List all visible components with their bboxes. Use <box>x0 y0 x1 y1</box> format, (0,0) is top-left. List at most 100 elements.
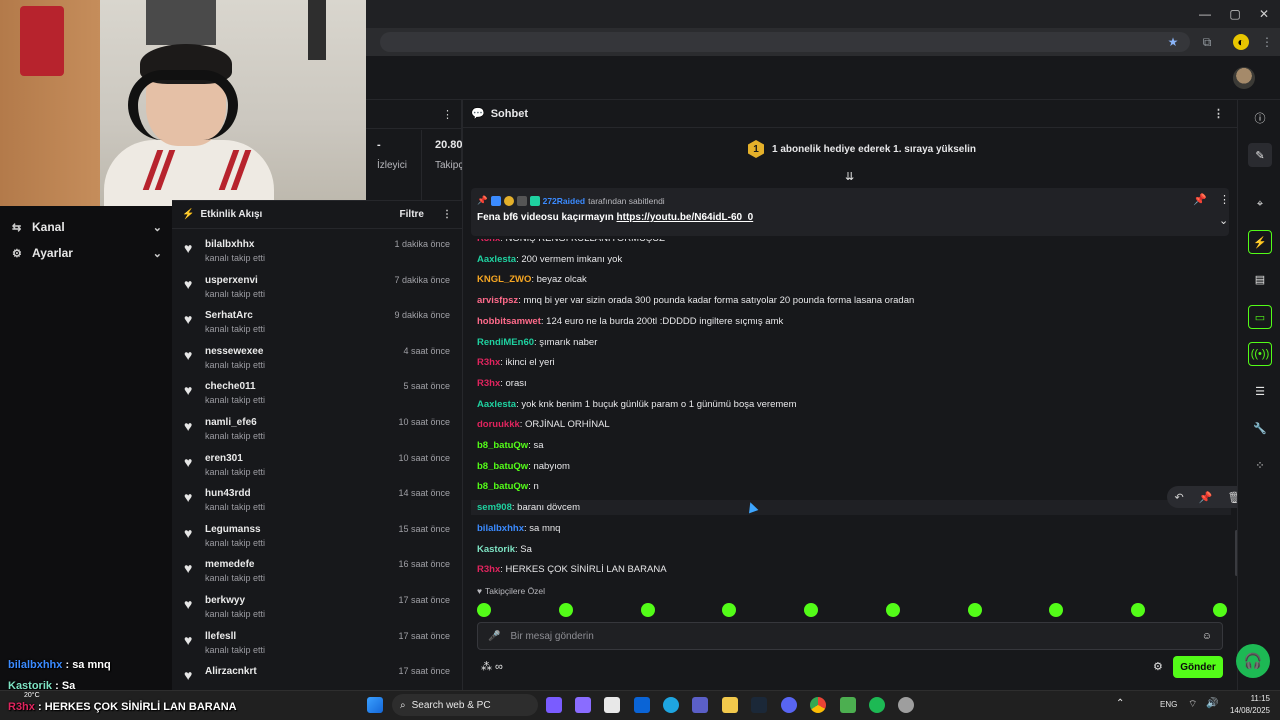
chat-message[interactable]: doruukkk: ORJİNAL ORHİNAL <box>477 419 610 430</box>
chat-username[interactable]: arvisfpsz <box>477 295 518 306</box>
maximize-button[interactable]: ▢ <box>1226 6 1244 22</box>
language-indicator[interactable]: ENG <box>1160 700 1177 709</box>
chat-username[interactable]: Aaxlesta <box>477 254 516 265</box>
chat-username[interactable]: R3hx <box>477 564 500 575</box>
chat-message[interactable]: R3hx: orası <box>477 378 527 389</box>
activity-item[interactable]: ♥ llefesll kanalı takip etti 17 saat önce <box>172 628 462 663</box>
chat-message[interactable]: RendiMEn60: şımarık naber <box>477 337 597 348</box>
app-icon[interactable] <box>898 697 914 713</box>
emote-icon[interactable] <box>804 603 819 617</box>
teams-icon[interactable] <box>692 697 708 713</box>
chat-username[interactable]: b8_batuQw <box>477 461 528 472</box>
clock-date[interactable]: 14/08/2025 <box>1216 706 1270 715</box>
avatar[interactable] <box>1233 67 1255 89</box>
stream-manager-icon[interactable]: ☰ <box>1248 379 1272 403</box>
chat-username[interactable]: sem908 <box>477 502 512 513</box>
app-icon[interactable] <box>840 697 856 713</box>
info-icon[interactable]: ⓘ <box>1248 106 1272 130</box>
chat-username[interactable]: Aaxlesta <box>477 399 516 410</box>
activity-item[interactable]: ♥ SerhatArc kanalı takip etti 9 dakika önce <box>172 307 462 342</box>
emote-icon[interactable] <box>558 603 573 617</box>
chat-message[interactable]: Aaxlesta: 200 vermem imkanı yok <box>477 254 622 265</box>
chat-username[interactable]: b8_batuQw <box>477 481 528 492</box>
activity-item[interactable]: ♥ namli_efe6 kanalı takip etti 10 saat önce <box>172 414 462 449</box>
broadcast-icon[interactable]: ((•)) <box>1248 342 1272 366</box>
emote-icon[interactable] <box>722 603 737 617</box>
chat-message[interactable]: R3hx: ikinci el yeri <box>477 357 555 368</box>
chat-input[interactable]: 🎤 Bir mesaj gönderin ☺ <box>477 622 1223 650</box>
chat-message[interactable]: Kastorik: Sa <box>477 544 532 555</box>
chat-username[interactable]: hobbitsamwet <box>477 316 541 327</box>
chat-message[interactable]: bilalbxhhx: sa mnq <box>477 523 560 534</box>
profile-icon[interactable]: ◐ <box>1233 34 1249 50</box>
send-button[interactable]: Gönder <box>1173 656 1223 678</box>
unpin-icon[interactable]: 📌 <box>1193 193 1207 206</box>
minimize-button[interactable]: — <box>1196 6 1214 22</box>
chat-message[interactable]: hobbitsamwet: 124 euro ne la burda 200tl… <box>477 316 783 327</box>
wrench-icon[interactable]: 🔧 <box>1248 416 1272 440</box>
kebab-menu-icon[interactable]: ⋮ <box>1219 193 1230 206</box>
spotify-icon[interactable] <box>869 697 885 713</box>
document-icon[interactable]: ▤ <box>1248 267 1272 291</box>
emote-icon[interactable] <box>1212 603 1227 617</box>
discord-icon[interactable] <box>781 697 797 713</box>
nav-item-ayarlar[interactable]: ⚙ Ayarlar ⌄ <box>12 242 162 264</box>
focus-icon[interactable]: ⌖ <box>1248 192 1272 216</box>
chat-username[interactable]: KNGL_ZWO <box>477 274 531 285</box>
extensions-icon[interactable]: ⧉ <box>1199 34 1215 50</box>
pinned-by-user[interactable]: 272Raided <box>543 196 586 206</box>
emote-icon[interactable] <box>1131 603 1146 617</box>
apps-icon[interactable]: ⁘ <box>1248 453 1272 477</box>
chat-message[interactable]: arvisfpsz: mnq bi yer var sizin orada 30… <box>477 295 914 306</box>
bolt-icon[interactable]: ⚡ <box>1248 230 1272 254</box>
menu-icon[interactable]: ⋮ <box>1259 34 1275 50</box>
emote-icon[interactable] <box>640 603 655 617</box>
star-icon[interactable]: ★ <box>1165 34 1181 50</box>
emoji-icon[interactable]: ☺ <box>1202 631 1212 642</box>
app-icon[interactable] <box>575 697 591 713</box>
chat-icon[interactable]: ▭ <box>1248 305 1272 329</box>
activity-item[interactable]: ♥ cheche011 kanalı takip etti 5 saat önce <box>172 378 462 413</box>
edit-icon[interactable]: ✎ <box>1248 143 1272 167</box>
pinned-link[interactable]: https://youtu.be/N64idL-60_0 <box>617 212 754 223</box>
activity-item[interactable]: ♥ berkwyy kanalı takip etti 17 saat önce <box>172 592 462 627</box>
gear-icon[interactable]: ⚙ <box>1153 660 1163 673</box>
chrome-icon[interactable] <box>810 697 826 713</box>
steam-icon[interactable] <box>751 697 767 713</box>
chat-username[interactable]: bilalbxhhx <box>477 523 524 534</box>
chat-username[interactable]: Kastorik <box>477 544 515 555</box>
outlook-icon[interactable] <box>634 697 650 713</box>
taskbar-search[interactable]: ⌕ Search web & PC <box>392 694 538 716</box>
chat-message[interactable]: b8_batuQw: sa <box>477 440 544 451</box>
edge-icon[interactable] <box>663 697 679 713</box>
folder-icon[interactable] <box>722 697 738 713</box>
address-bar[interactable] <box>380 32 1190 52</box>
emote-icon[interactable] <box>1049 603 1064 617</box>
activity-item[interactable]: ♥ memedefe kanalı takip etti 16 saat önce <box>172 556 462 591</box>
chat-message[interactable]: R3hx: HERKES ÇOK SİNİRLİ LAN BARANA <box>477 564 667 575</box>
activity-item[interactable]: ♥ Legumanss kanalı takip etti 15 saat önce <box>172 521 462 556</box>
chevron-up-icon[interactable]: ⌃ <box>1116 698 1124 709</box>
activity-item[interactable]: ♥ nessewexee kanalı takip etti 4 saat önce <box>172 343 462 378</box>
chat-message[interactable]: Aaxlesta: yok knk benim 1 buçuk günlük p… <box>477 399 797 410</box>
chat-username[interactable]: R3hx <box>477 357 500 368</box>
activity-item[interactable]: ♥ usperxenvi kanalı takip etti 7 dakika önc… <box>172 272 462 307</box>
chat-username[interactable]: doruukkk <box>477 419 520 430</box>
points-icon[interactable]: ⁂ ∞ <box>481 660 503 673</box>
chat-message[interactable]: KNGL_ZWO: beyaz olcak <box>477 274 587 285</box>
kebab-menu-icon[interactable]: ⋮ <box>1213 107 1224 120</box>
support-icon[interactable]: 🎧 <box>1236 644 1270 678</box>
chevron-down-icon[interactable]: ⌄ <box>1219 214 1228 227</box>
chat-message[interactable]: b8_batuQw: n <box>477 481 539 492</box>
reply-icon[interactable]: ↶ <box>1175 491 1184 504</box>
chat-username[interactable]: b8_batuQw <box>477 440 528 451</box>
gift-banner[interactable]: 1 1 abonelik hediye ederek 1. sıraya yük… <box>748 138 976 160</box>
microphone-icon[interactable]: 🎤 <box>488 631 500 642</box>
chat-message[interactable]: sem908: baranı dövcem <box>471 500 1231 516</box>
nav-item-kanal[interactable]: ⇆ Kanal ⌄ <box>12 216 162 238</box>
activity-item[interactable]: ♥ bilalbxhhx kanalı takip etti 1 dakika önc… <box>172 236 462 271</box>
chat-username[interactable]: R3hx <box>477 378 500 389</box>
weather-temp[interactable]: 20°C <box>24 692 40 699</box>
copilot-icon[interactable] <box>546 697 562 713</box>
scroll-down-icon[interactable]: ⇊ <box>845 170 854 183</box>
